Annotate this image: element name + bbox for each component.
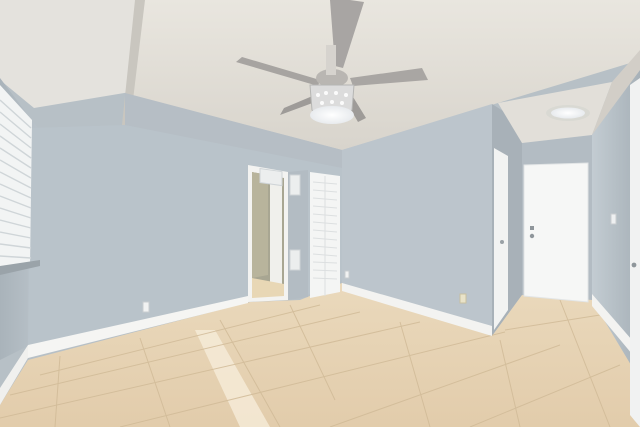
louvered-closet-door[interactable] bbox=[310, 172, 340, 298]
entry-door-knob-icon bbox=[529, 233, 535, 239]
air-return-vent bbox=[289, 249, 301, 271]
wall-outlet-back bbox=[459, 293, 467, 304]
right-door-edge[interactable] bbox=[630, 78, 640, 427]
hallway-ceiling-light bbox=[546, 105, 590, 121]
right-door-knob-icon bbox=[631, 262, 637, 268]
empty-room-photo bbox=[0, 0, 640, 427]
ceiling-vent bbox=[259, 167, 283, 187]
fan-light-fixture bbox=[309, 84, 355, 124]
interior-door[interactable] bbox=[494, 148, 508, 330]
wall-outlet bbox=[142, 301, 150, 313]
room-illustration bbox=[0, 0, 640, 427]
ceiling-soffit bbox=[0, 0, 145, 108]
wall-outlet-center bbox=[344, 270, 350, 279]
entry-door[interactable] bbox=[523, 162, 589, 303]
air-vent bbox=[289, 174, 301, 196]
door-knob-icon bbox=[500, 240, 504, 244]
light-switch[interactable] bbox=[610, 213, 617, 225]
